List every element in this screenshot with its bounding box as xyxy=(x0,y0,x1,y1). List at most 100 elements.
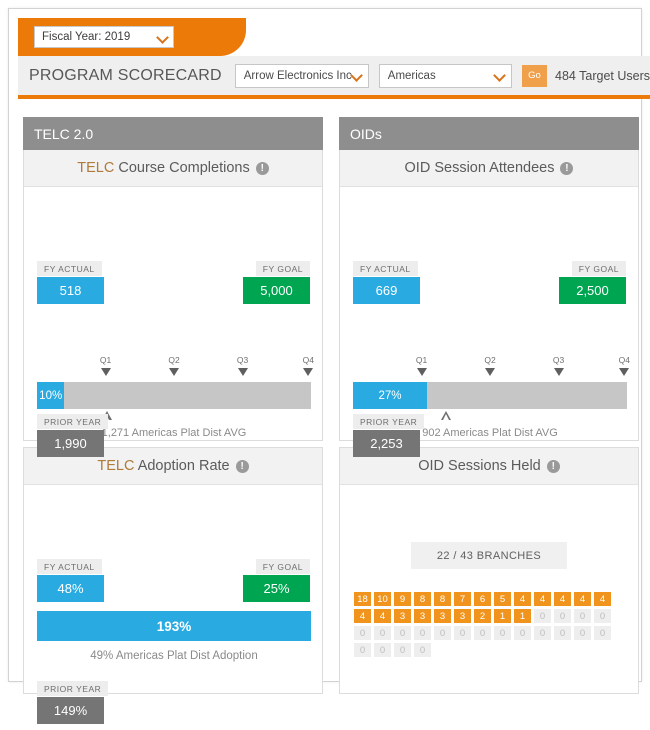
card-title-prefix: OID xyxy=(405,160,431,176)
triangle-down-icon xyxy=(554,368,564,376)
branch-cell[interactable]: 4 xyxy=(514,592,531,606)
metric-fy-actual: FY ACTUAL 48% xyxy=(37,557,104,602)
branch-cell[interactable]: 0 xyxy=(434,626,451,640)
metric-value: 1,990 xyxy=(37,430,104,457)
branch-cell[interactable]: 3 xyxy=(434,609,451,623)
branch-cell[interactable]: 9 xyxy=(394,592,411,606)
branch-cell[interactable]: 0 xyxy=(414,626,431,640)
metric-fy-goal: FY GOAL 25% xyxy=(243,557,310,602)
branch-cell[interactable]: 0 xyxy=(354,643,371,657)
target-users-count: 484 Target Users xyxy=(555,69,650,83)
branch-cell[interactable]: 0 xyxy=(354,626,371,640)
branch-cell[interactable]: 10 xyxy=(374,592,391,606)
quarter-tick-q4: Q4 xyxy=(296,355,320,376)
chevron-down-icon xyxy=(495,70,506,81)
branch-cell[interactable]: 5 xyxy=(494,592,511,606)
quarter-label: Q3 xyxy=(547,355,571,366)
quarter-tick-q1: Q1 xyxy=(94,355,118,376)
go-button[interactable]: Go xyxy=(522,65,547,87)
metric-value: 518 xyxy=(37,277,104,304)
region-select[interactable]: Americas xyxy=(379,64,512,88)
branch-cell[interactable]: 4 xyxy=(574,592,591,606)
branches-summary-pill[interactable]: 22 / 43 BRANCHES xyxy=(411,542,567,569)
card-title-prefix: TELC xyxy=(77,160,114,176)
metric-label: FY GOAL xyxy=(256,559,310,574)
quarter-label: Q3 xyxy=(231,355,255,366)
info-icon[interactable]: ! xyxy=(256,162,269,175)
branch-cell[interactable]: 0 xyxy=(574,626,591,640)
branch-cell[interactable]: 0 xyxy=(394,643,411,657)
branch-cell[interactable]: 0 xyxy=(394,626,411,640)
card-oid-sessions-held: OID Sessions Held ! 22 / 43 BRANCHES 181… xyxy=(339,447,639,694)
metric-value: 5,000 xyxy=(243,277,310,304)
branch-cell[interactable]: 0 xyxy=(414,643,431,657)
metric-fy-actual: FY ACTUAL 669 xyxy=(353,259,420,304)
branch-cell[interactable]: 0 xyxy=(534,626,551,640)
branch-cell[interactable]: 3 xyxy=(454,609,471,623)
branch-cell[interactable]: 3 xyxy=(414,609,431,623)
branch-cell[interactable]: 2 xyxy=(474,609,491,623)
branch-cell[interactable]: 3 xyxy=(394,609,411,623)
progress-fill: 27% xyxy=(353,382,427,409)
company-select[interactable]: Arrow Electronics Inc xyxy=(235,64,369,88)
triangle-down-icon xyxy=(417,368,427,376)
page-title: PROGRAM SCORECARD xyxy=(29,67,222,85)
branch-cell[interactable]: 4 xyxy=(594,592,611,606)
card-body: FY ACTUAL 669 FY GOAL 2,500 Q1 Q2 xyxy=(340,187,638,477)
quarter-label: Q1 xyxy=(94,355,118,366)
branch-cell[interactable]: 0 xyxy=(514,626,531,640)
quarter-ticks: Q1 Q2 Q3 Q4 xyxy=(37,355,311,382)
branch-cell[interactable]: 8 xyxy=(434,592,451,606)
branch-cell[interactable]: 0 xyxy=(574,609,591,623)
metric-label: FY ACTUAL xyxy=(37,559,102,574)
triangle-down-icon xyxy=(619,368,629,376)
branch-cell[interactable]: 4 xyxy=(554,592,571,606)
metric-value: 2,253 xyxy=(353,430,420,457)
chevron-down-icon xyxy=(352,70,363,81)
fiscal-year-select[interactable]: Fiscal Year: 2019 xyxy=(34,26,174,48)
metric-value: 2,500 xyxy=(559,277,626,304)
branch-cell[interactable]: 0 xyxy=(594,626,611,640)
branch-cell[interactable]: 1 xyxy=(494,609,511,623)
info-icon[interactable]: ! xyxy=(560,162,573,175)
branch-cell[interactable]: 0 xyxy=(534,609,551,623)
card-body: FY ACTUAL 518 FY GOAL 5,000 Q1 Q2 xyxy=(24,187,322,477)
adoption-rate-bar: 193% xyxy=(37,611,311,641)
branch-cell[interactable]: 18 xyxy=(354,592,371,606)
metric-value: 149% xyxy=(37,697,104,724)
branch-cell[interactable]: 0 xyxy=(454,626,471,640)
branch-cell[interactable]: 7 xyxy=(454,592,471,606)
branch-cell[interactable]: 1 xyxy=(514,609,531,623)
quarter-tick-q2: Q2 xyxy=(478,355,502,376)
triangle-down-icon xyxy=(169,368,179,376)
branch-cell[interactable]: 0 xyxy=(494,626,511,640)
metric-value: 48% xyxy=(37,575,104,602)
quarter-ticks: Q1 Q2 Q3 Q4 xyxy=(353,355,627,382)
card-telc-adoption-rate: TELC Adoption Rate ! FY ACTUAL 48% FY GO… xyxy=(23,447,323,694)
fiscal-year-tab: Fiscal Year: 2019 xyxy=(18,18,246,56)
card-telc-course-completions: TELC Course Completions ! FY ACTUAL 518 … xyxy=(23,150,323,441)
metric-value: 25% xyxy=(243,575,310,602)
quarter-label: Q4 xyxy=(296,355,320,366)
branch-cell[interactable]: 4 xyxy=(374,609,391,623)
company-select-label: Arrow Electronics Inc xyxy=(244,70,352,82)
card-title-rest: Course Completions xyxy=(114,160,249,176)
branch-cell[interactable]: 0 xyxy=(474,626,491,640)
progress-track: 27% xyxy=(353,382,627,409)
branch-cell[interactable]: 0 xyxy=(594,609,611,623)
branch-cell[interactable]: 4 xyxy=(534,592,551,606)
quarter-tick-q2: Q2 xyxy=(162,355,186,376)
card-title: TELC Course Completions ! xyxy=(24,150,322,187)
quarter-label: Q1 xyxy=(410,355,434,366)
branch-cell[interactable]: 0 xyxy=(374,643,391,657)
branch-cell[interactable]: 6 xyxy=(474,592,491,606)
branch-cell[interactable]: 0 xyxy=(374,626,391,640)
metric-value: 669 xyxy=(353,277,420,304)
branch-cell[interactable]: 8 xyxy=(414,592,431,606)
branch-cell[interactable]: 0 xyxy=(554,609,571,623)
branch-cell[interactable]: 4 xyxy=(354,609,371,623)
metric-fy-goal: FY GOAL 5,000 xyxy=(243,259,310,304)
metric-label: PRIOR YEAR xyxy=(37,681,108,696)
metric-label: FY ACTUAL xyxy=(37,261,102,276)
branch-cell[interactable]: 0 xyxy=(554,626,571,640)
